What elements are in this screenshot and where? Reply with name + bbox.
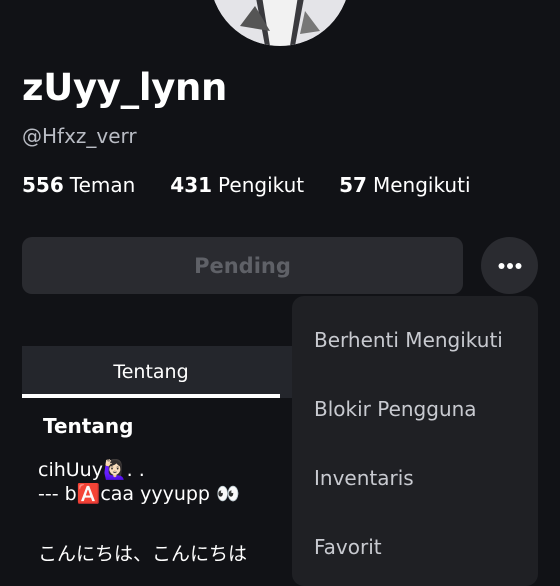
- pending-button[interactable]: Pending: [22, 237, 463, 294]
- about-bio: cihUuy🙋🏻‍♀️. . --- b🅰️caa yyyupp 👀 こんにちは、こ…: [38, 458, 247, 566]
- bio-line: こんにちは、こんにちは: [38, 543, 248, 565]
- about-heading: Tentang: [43, 414, 134, 438]
- stat-friends[interactable]: 556 Teman: [22, 173, 135, 197]
- avatar-image: [210, 0, 350, 46]
- username: @Hfxz_verr: [22, 124, 137, 148]
- display-name: zUyy_lynn: [22, 66, 228, 109]
- stat-followers[interactable]: 431 Pengikut: [170, 173, 304, 197]
- menu-item-block-user[interactable]: Blokir Pengguna: [314, 397, 477, 421]
- more-options-menu: Berhenti Mengikuti Blokir Pengguna Inven…: [292, 296, 538, 586]
- menu-item-favorites[interactable]: Favorit: [314, 535, 382, 559]
- more-options-button[interactable]: [481, 237, 538, 294]
- stat-friends-count: 556: [22, 173, 64, 197]
- avatar[interactable]: [210, 0, 350, 46]
- tab-about[interactable]: Tentang: [22, 346, 280, 398]
- profile-tab-bar: Tentang: [22, 346, 322, 398]
- stat-following[interactable]: 57 Mengikuti: [339, 173, 470, 197]
- stat-followers-label: Pengikut: [218, 173, 305, 197]
- menu-item-inventory[interactable]: Inventaris: [314, 466, 414, 490]
- stat-friends-label: Teman: [69, 173, 136, 197]
- bio-line: cihUuy🙋🏻‍♀️. .: [38, 459, 145, 481]
- stat-following-label: Mengikuti: [372, 173, 471, 197]
- profile-stats: 556 Teman 431 Pengikut 57 Mengikuti: [22, 173, 471, 197]
- stat-followers-count: 431: [170, 173, 213, 197]
- more-dots-icon: [498, 262, 521, 269]
- menu-item-unfollow[interactable]: Berhenti Mengikuti: [314, 328, 503, 352]
- stat-following-count: 57: [339, 173, 367, 197]
- tab-active-indicator: [22, 394, 280, 398]
- bio-line: --- b🅰️caa yyyupp 👀: [38, 483, 240, 505]
